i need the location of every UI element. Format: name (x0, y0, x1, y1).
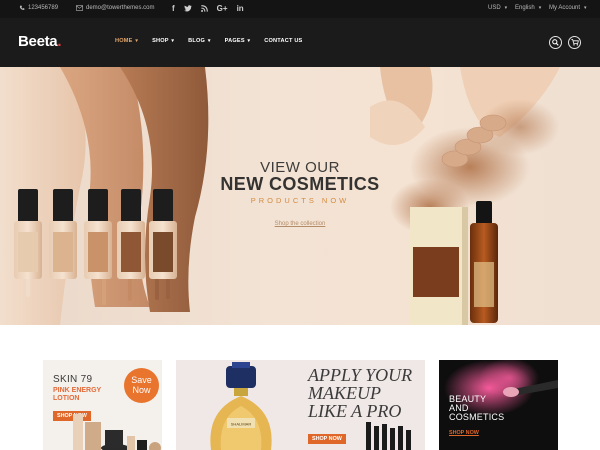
banner-shop-now[interactable]: SHOP NOW (308, 427, 346, 445)
banner-line2: MAKEUP (308, 383, 381, 403)
chevron-down-icon: ▾ (584, 5, 587, 11)
menu-label: HOME (115, 38, 133, 44)
main-menu: HOME ▾ SHOP ▾ BLOG ▾ PAGES ▾ CONTACT US (115, 38, 317, 44)
menu-item-home[interactable]: HOME ▾ (115, 38, 138, 44)
cosmetic-products-image (73, 414, 161, 450)
menu-item-blog[interactable]: BLOG ▾ (188, 38, 210, 44)
perfume-bottle-image: SHALIMAR (210, 362, 272, 450)
menu-label: SHOP (152, 38, 169, 44)
phone: 123456789 (19, 5, 58, 11)
language-label: English (515, 5, 535, 11)
cart-icon (570, 39, 579, 46)
account-label: My Account (549, 5, 581, 11)
rss-icon[interactable] (200, 3, 208, 16)
hero-heading-line3: PRODUCTS NOW (250, 196, 350, 205)
main-header: Beeta. HOME ▾ SHOP ▾ BLOG ▾ PAGES ▾ CONT… (0, 18, 600, 67)
chevron-down-icon: ▾ (207, 38, 211, 44)
chevron-down-icon: ▾ (247, 38, 251, 44)
badge-label: Save Now (131, 375, 152, 395)
makeup-brushes-image (366, 422, 411, 450)
menu-item-pages[interactable]: PAGES ▾ (225, 38, 251, 44)
social-links: f G+ in (172, 3, 244, 16)
chevron-down-icon: ▾ (504, 5, 508, 11)
chevron-down-icon: ▾ (538, 5, 542, 11)
banner-subtitle-line1: PINK ENERGY (53, 387, 102, 394)
hero-slider: VIEW OUR NEW COSMETICS PRODUCTS NOW Shop… (0, 67, 600, 325)
envelope-icon (76, 5, 83, 11)
twitter-icon[interactable] (183, 3, 192, 16)
logo-dot: . (57, 33, 62, 50)
email-address: demo@towerthemes.com (86, 5, 155, 11)
currency-dropdown[interactable]: USD ▾ (488, 5, 507, 11)
save-now-badge: Save Now (124, 368, 159, 403)
logo-text: Beeta (18, 33, 58, 50)
promo-banners: SKIN 79 PINK ENERGY LOTION SHOP NOW Save… (0, 360, 600, 450)
shop-collection-link[interactable]: Shop the collection (0, 221, 600, 227)
email[interactable]: demo@towerthemes.com (76, 5, 154, 11)
linkedin-icon[interactable]: in (237, 3, 244, 16)
banner-title: SKIN 79 (53, 374, 93, 385)
perfume-label: SHALIMAR (231, 422, 252, 427)
banner-skin79[interactable]: SKIN 79 PINK ENERGY LOTION SHOP NOW Save… (43, 360, 162, 450)
phone-number: 123456789 (28, 5, 59, 11)
menu-label: PAGES (224, 38, 245, 44)
menu-label: BLOG (188, 38, 206, 44)
menu-item-contact[interactable]: CONTACT US (264, 38, 302, 44)
hero-heading-line2: NEW COSMETICS (220, 174, 380, 194)
shop-now-label: SHOP NOW (308, 434, 346, 444)
chevron-down-icon: ▾ (135, 38, 139, 44)
menu-label: CONTACT US (264, 38, 303, 44)
menu-item-shop[interactable]: SHOP ▾ (152, 38, 174, 44)
logo[interactable]: Beeta. (18, 33, 62, 50)
banner-apply-makeup[interactable]: SHALIMAR APPLY YOUR MAKEUP LIKE A PRO SH… (176, 360, 425, 450)
top-bar: 123456789 demo@towerthemes.com f G+ in U… (0, 0, 600, 18)
currency-label: USD (488, 5, 501, 11)
banner-line3: COSMETICS (449, 412, 505, 422)
google-plus-icon[interactable]: G+ (217, 3, 228, 16)
account-dropdown[interactable]: My Account ▾ (549, 5, 587, 11)
banner-line1: APPLY YOUR (308, 366, 412, 384)
facebook-icon[interactable]: f (172, 3, 175, 16)
banner-subtitle-line2: LOTION (53, 395, 80, 402)
banner-shop-now[interactable]: SHOP NOW (449, 430, 479, 436)
banner-beauty-cosmetics[interactable]: BEAUTY AND COSMETICS SHOP NOW (439, 360, 558, 450)
search-icon (552, 39, 559, 46)
search-button[interactable] (549, 36, 562, 49)
language-dropdown[interactable]: English ▾ (515, 5, 541, 11)
cart-button[interactable] (568, 36, 581, 49)
phone-icon (19, 5, 25, 10)
chevron-down-icon: ▾ (171, 38, 175, 44)
apply-your-text: APPLY YOUR (308, 365, 413, 385)
